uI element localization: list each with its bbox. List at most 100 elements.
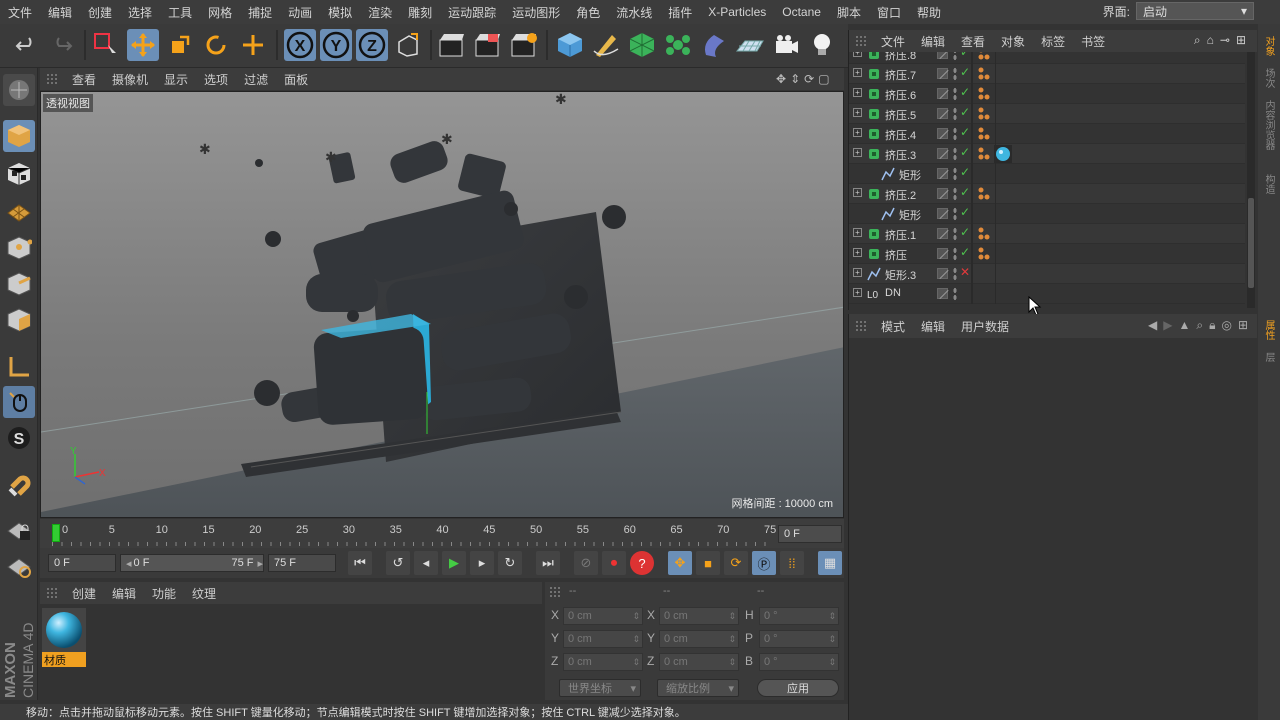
panel-grip-icon[interactable] [855, 320, 867, 332]
move-tool-icon[interactable] [127, 29, 159, 61]
right-tab-5[interactable]: 层 [1261, 352, 1276, 362]
tweak-mode-icon[interactable] [3, 386, 35, 418]
stepper-arrows-icon[interactable]: ⇕ [828, 611, 836, 622]
coord-value-field[interactable]: 0 cm ⇕ [659, 607, 739, 625]
expand-toggle-icon[interactable]: + [853, 148, 862, 157]
x-axis-lock-icon[interactable]: X [284, 29, 316, 61]
menu-item-16[interactable]: X-Particles [700, 5, 774, 19]
render-settings-icon[interactable] [508, 29, 540, 61]
timeline-ruler[interactable]: 0 5 10 15 20 25 30 35 40 45 50 55 60 65 70 75 [52, 524, 776, 546]
attribute-menu-item-0[interactable]: 模式 [873, 318, 913, 335]
object-row[interactable]: 矩形 ✓ [849, 164, 1245, 184]
transform-tool-icon[interactable] [237, 29, 269, 61]
next-key-icon[interactable]: ↻ [498, 551, 522, 575]
layer-icon[interactable] [937, 148, 949, 160]
layout-selector[interactable]: 界面: 启动 ▾ [1103, 2, 1254, 20]
object-row[interactable]: 矩形 ✓ [849, 204, 1245, 224]
object-menu-item-1[interactable]: 编辑 [913, 33, 953, 50]
expand-toggle-icon[interactable]: + [853, 288, 862, 297]
object-menu-item-2[interactable]: 查看 [953, 33, 993, 50]
menu-item-2[interactable]: 创建 [80, 4, 120, 21]
layer-icon[interactable] [937, 168, 949, 180]
stepper-arrows-icon[interactable]: ⇕ [728, 611, 736, 622]
object-row[interactable]: + 挤压 ✓ [849, 244, 1245, 264]
new-window-icon[interactable]: ⊞ [1236, 33, 1246, 48]
pan-icon[interactable]: ✥ [776, 72, 786, 86]
visibility-dots-icon[interactable] [953, 52, 957, 61]
enabled-check-icon[interactable]: ✓ [960, 125, 970, 139]
visibility-dots-icon[interactable] [953, 107, 957, 121]
object-row[interactable]: + 挤压.7 ✓ [849, 64, 1245, 84]
key-parameter-icon[interactable]: Ⓟ [752, 551, 776, 575]
go-to-end-icon[interactable]: ⏭ [536, 551, 560, 575]
back-arrow-icon[interactable]: ◀ [1148, 318, 1157, 333]
phong-tag-icon[interactable] [977, 147, 991, 161]
menu-item-7[interactable]: 动画 [280, 4, 320, 21]
visibility-dots-icon[interactable] [953, 187, 957, 201]
menu-item-17[interactable]: Octane [774, 5, 829, 19]
render-view-icon[interactable] [436, 29, 468, 61]
viewport-menu-item-1[interactable]: 摄像机 [104, 71, 156, 88]
previous-frame-icon[interactable]: ◂ [414, 551, 438, 575]
current-frame-field[interactable]: 0 F [778, 525, 842, 543]
panel-grip-icon[interactable] [46, 587, 58, 599]
layer-icon[interactable] [937, 288, 949, 300]
menu-item-0[interactable]: 文件 [0, 4, 40, 21]
visibility-dots-icon[interactable] [953, 207, 957, 221]
timeline[interactable]: 0 5 10 15 20 25 30 35 40 45 50 55 60 65 70 75 0 F [40, 519, 844, 548]
visibility-dots-icon[interactable] [953, 167, 957, 181]
menu-item-4[interactable]: 工具 [160, 4, 200, 21]
up-arrow-icon[interactable]: ▲ [1178, 318, 1190, 333]
phong-tag-icon[interactable] [977, 247, 991, 261]
subdivision-icon[interactable] [626, 29, 658, 61]
object-row[interactable]: + L0 DN [849, 284, 1245, 304]
snap-icon[interactable]: S [3, 422, 35, 454]
right-tab-0[interactable]: 对象 [1261, 36, 1276, 56]
visibility-dots-icon[interactable] [953, 127, 957, 141]
menu-item-5[interactable]: 网格 [200, 4, 240, 21]
cloner-icon[interactable] [662, 29, 694, 61]
rect-select-icon[interactable] [90, 29, 122, 61]
stepper-arrows-icon[interactable]: ⇕ [828, 634, 836, 645]
key-pla-icon[interactable]: ⁞⁞ [780, 551, 804, 575]
layer-icon[interactable] [937, 68, 949, 80]
layer-icon[interactable] [937, 52, 949, 60]
menu-item-15[interactable]: 插件 [660, 4, 700, 21]
visibility-dots-icon[interactable] [953, 67, 957, 81]
stepper-arrows-icon[interactable]: ⇕ [728, 634, 736, 645]
enabled-check-icon[interactable]: ✓ [960, 85, 970, 99]
enabled-check-icon[interactable]: ✓ [960, 145, 970, 159]
right-tab-3[interactable]: 构造 [1261, 174, 1276, 194]
expand-toggle-icon[interactable]: + [853, 108, 862, 117]
expand-toggle-icon[interactable]: + [853, 228, 862, 237]
expand-toggle-icon[interactable]: + [853, 68, 862, 77]
visibility-dots-icon[interactable] [953, 87, 957, 101]
viewport-menu-item-4[interactable]: 过滤 [236, 71, 276, 88]
light-bulb-icon[interactable] [806, 29, 838, 61]
menu-item-9[interactable]: 渲染 [360, 4, 400, 21]
phong-tag-icon[interactable] [977, 52, 991, 61]
object-row[interactable]: + 矩形.3 ✕ [849, 264, 1245, 284]
phong-tag-icon[interactable] [977, 127, 991, 141]
material-menu-item-1[interactable]: 编辑 [104, 585, 144, 602]
object-row[interactable]: + 挤压.3 ✓ [849, 144, 1245, 164]
target-icon[interactable]: ◎ [1221, 318, 1231, 333]
y-axis-lock-icon[interactable]: Y [320, 29, 352, 61]
end-frame-field[interactable]: 75 F [268, 554, 336, 572]
menu-item-20[interactable]: 帮助 [909, 4, 949, 21]
render-picture-viewer-icon[interactable] [472, 29, 504, 61]
planar-workplane-icon[interactable] [3, 550, 35, 582]
stepper-arrows-icon[interactable]: ⇕ [728, 657, 736, 668]
right-tab-1[interactable]: 场次 [1261, 68, 1276, 88]
z-axis-lock-icon[interactable]: Z [356, 29, 388, 61]
phong-tag-icon[interactable] [977, 187, 991, 201]
model-mode-icon[interactable] [3, 120, 35, 152]
object-row[interactable]: + 挤压.5 ✓ [849, 104, 1245, 124]
redo-icon[interactable] [46, 29, 78, 61]
material-tag-icon[interactable] [994, 145, 1012, 163]
pen-spline-icon[interactable] [590, 29, 622, 61]
object-row[interactable]: + 挤压.4 ✓ [849, 124, 1245, 144]
visibility-dots-icon[interactable] [953, 247, 957, 261]
next-frame-icon[interactable]: ▸ [470, 551, 494, 575]
camera-icon[interactable] [770, 29, 802, 61]
